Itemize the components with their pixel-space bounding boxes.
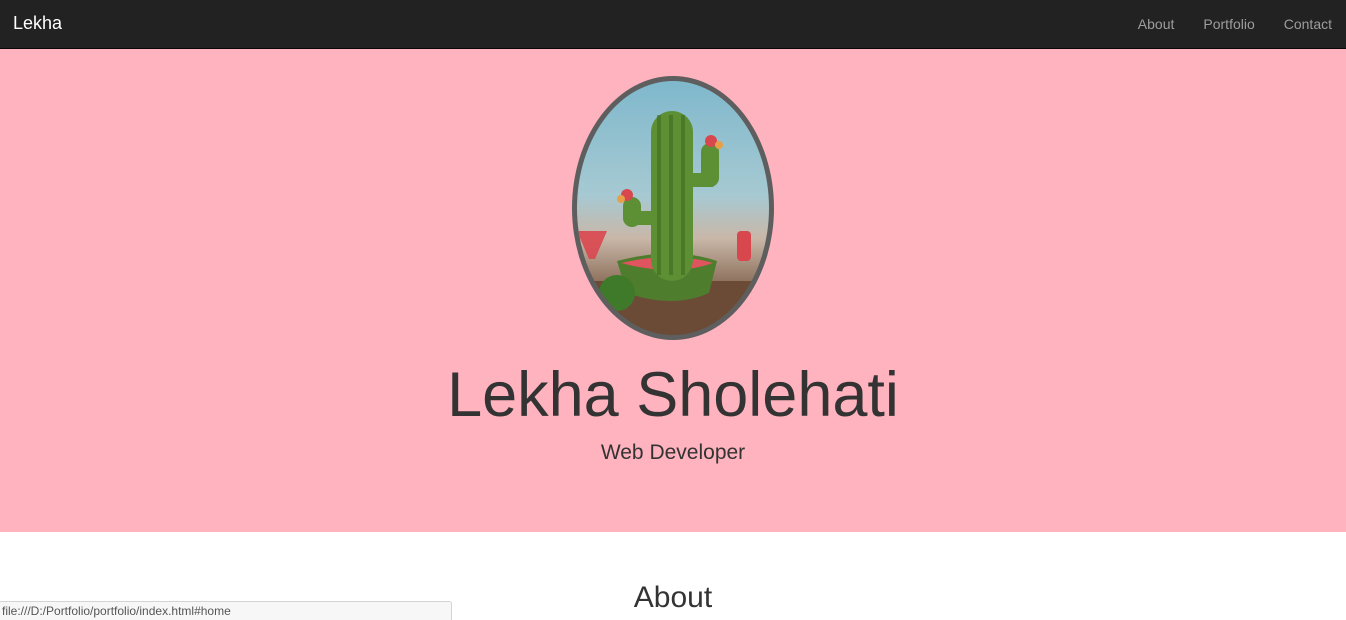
hero-role: Web Developer xyxy=(600,441,746,464)
hero-section: Lekha Sholehati Web Developer xyxy=(0,49,1346,532)
nav-link-about[interactable]: About xyxy=(1123,0,1189,48)
watermelon-cactus-photo-icon xyxy=(577,111,769,335)
nav-links: About Portfolio Contact xyxy=(1123,0,1346,48)
brand-link[interactable]: Lekha xyxy=(13,13,62,33)
nav-link-contact[interactable]: Contact xyxy=(1269,0,1346,48)
nav-link-portfolio[interactable]: Portfolio xyxy=(1188,0,1268,48)
hero-name: Lekha Sholehati xyxy=(447,360,899,430)
avatar xyxy=(572,76,774,340)
navbar: Lekha About Portfolio Contact xyxy=(0,0,1346,49)
browser-status-bar: file:///D:/Portfolio/portfolio/index.htm… xyxy=(0,601,452,620)
